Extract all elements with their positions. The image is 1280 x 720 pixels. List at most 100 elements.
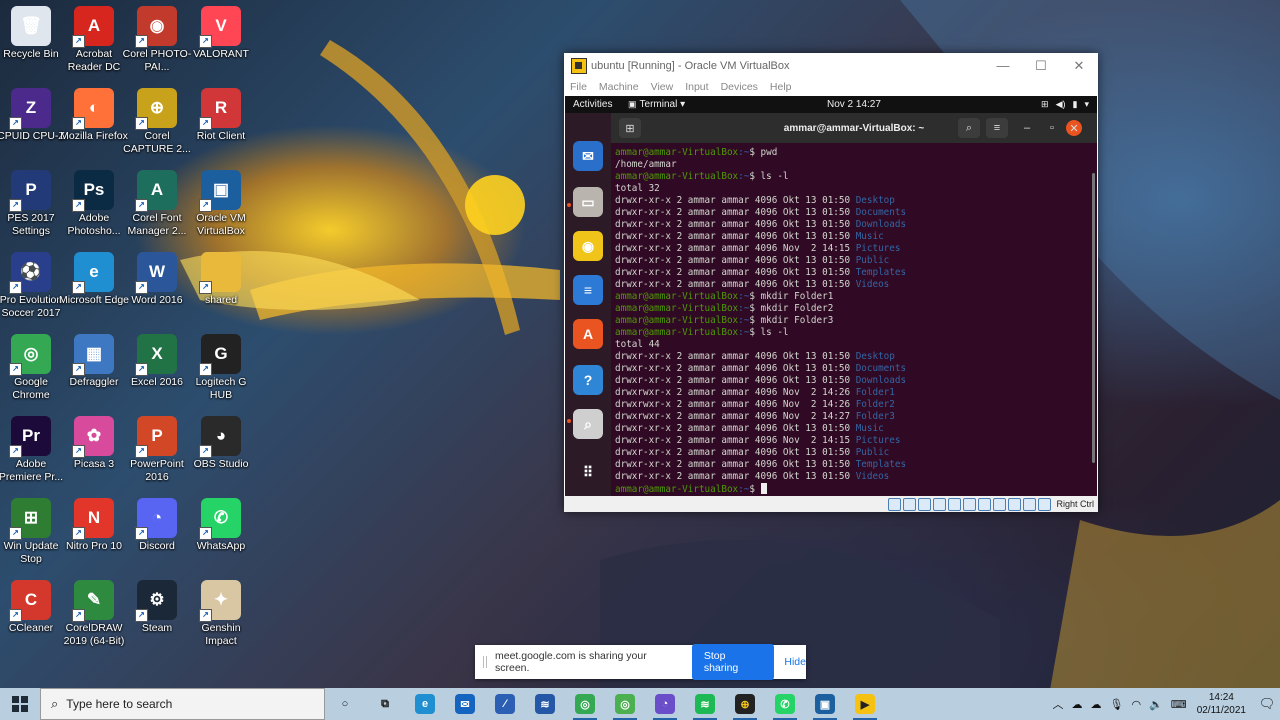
desktop-shortcut[interactable]: A ↗ Corel Font Manager 2... (121, 170, 193, 238)
desktop-shortcut[interactable]: 🗑 Recycle Bin (0, 6, 67, 61)
desktop-shortcut[interactable]: ⊞ ↗ Win Update Stop (0, 498, 67, 566)
audio-icon[interactable] (918, 497, 932, 511)
menu-view[interactable]: View (651, 81, 674, 93)
maximize-button[interactable]: ☐ (1022, 58, 1060, 74)
taskbar-app-button[interactable]: ▣ (805, 688, 845, 720)
guest-screen[interactable]: Activities ▣ Terminal ▾ Nov 2 14:27 ⊞ ◀)… (565, 96, 1097, 496)
activities-button[interactable]: Activities (565, 99, 628, 110)
hamburger-menu-button[interactable]: ≡ (986, 118, 1008, 138)
desktop-shortcut[interactable]: Pr ↗ Adobe Premiere Pr... (0, 416, 67, 484)
menu-file[interactable]: File (570, 81, 587, 93)
stop-sharing-button[interactable]: Stop sharing (691, 644, 775, 680)
start-button[interactable] (0, 688, 40, 720)
taskbar-app-button[interactable]: e (405, 688, 445, 720)
terminal-maximize-button[interactable]: ▫ (1041, 118, 1063, 138)
taskbar-clock[interactable]: 14:24 02/11/2021 (1197, 691, 1246, 717)
taskbar-app-button[interactable]: ✆ (765, 688, 805, 720)
terminal-output[interactable]: ammar@ammar-VirtualBox:~$ pwd/home/ammar… (611, 143, 1097, 496)
desktop-shortcut[interactable]: W ↗ Word 2016 (121, 252, 193, 307)
desktop-shortcut[interactable]: R ↗ Riot Client (185, 88, 257, 143)
microphone-icon[interactable]: 🎙 (1110, 698, 1124, 711)
menu-input[interactable]: Input (685, 81, 708, 93)
thunderbird-icon[interactable]: ✉ (573, 141, 603, 171)
video-capture-icon[interactable] (993, 497, 1007, 511)
taskbar-app-button[interactable]: ⧉ (365, 688, 405, 720)
terminal-close-button[interactable]: ✕ (1066, 120, 1082, 136)
virtualbox-window[interactable]: ubuntu [Running] - Oracle VM VirtualBox … (564, 53, 1098, 512)
desktop-shortcut[interactable]: P ↗ PES 2017 Settings (0, 170, 67, 238)
keyboard-capture-icon[interactable] (1038, 497, 1052, 511)
taskbar-app-button[interactable]: ▶ (845, 688, 885, 720)
terminal-app-menu[interactable]: ▣ Terminal ▾ (628, 99, 685, 110)
minimize-button[interactable]: — (984, 58, 1022, 73)
desktop-shortcut[interactable]: e ↗ Microsoft Edge (58, 252, 130, 307)
language-icon[interactable]: ⌨ (1171, 698, 1187, 711)
hard-disk-icon[interactable] (888, 497, 902, 511)
chevron-up-icon[interactable]: ︿ (1053, 696, 1064, 712)
menu-help[interactable]: Help (770, 81, 792, 93)
desktop-shortcut[interactable]: ◕ ↗ OBS Studio (185, 416, 257, 471)
desktop-shortcut[interactable]: P ↗ PowerPoint 2016 (121, 416, 193, 484)
rhythmbox-icon[interactable]: ◉ (573, 231, 603, 261)
display-icon[interactable] (978, 497, 992, 511)
screenshot-icon[interactable]: ⌕ (573, 409, 603, 439)
desktop-shortcut[interactable]: Ps ↗ Adobe Photosho... (58, 170, 130, 238)
volume-icon[interactable]: 🔈 (1149, 698, 1163, 711)
new-tab-button[interactable]: ⊞ (619, 118, 641, 138)
gnome-system-tray[interactable]: ⊞ ◀) ▮ ▾ (1041, 99, 1089, 110)
writer-icon[interactable]: ≡ (573, 275, 603, 305)
terminal-scrollbar[interactable] (1092, 173, 1095, 463)
taskbar-app-button[interactable]: ◎ (565, 688, 605, 720)
terminal-minimize-button[interactable]: – (1016, 118, 1038, 138)
cloud-icon[interactable]: ☁ (1091, 698, 1102, 711)
close-button[interactable]: ✕ (1060, 58, 1098, 74)
search-button[interactable]: ⌕ (958, 118, 980, 138)
taskbar-app-button[interactable]: ◎ (605, 688, 645, 720)
menu-machine[interactable]: Machine (599, 81, 639, 93)
gnome-clock[interactable]: Nov 2 14:27 (827, 99, 881, 110)
taskbar-search-box[interactable]: ⌕ Type here to search (40, 688, 325, 720)
desktop-shortcut[interactable]: ◉ ↗ Corel PHOTO-PAI... (121, 6, 193, 74)
mouse-integration-icon[interactable] (1023, 497, 1037, 511)
taskbar-app-button[interactable]: ≋ (525, 688, 565, 720)
terminal-headerbar[interactable]: ⊞ ammar@ammar-VirtualBox: ~ ⌕ ≡ – ▫ ✕ (611, 113, 1097, 143)
network-adapter-icon[interactable] (933, 497, 947, 511)
optical-drive-icon[interactable] (903, 497, 917, 511)
desktop-shortcut[interactable]: G ↗ Logitech G HUB (185, 334, 257, 402)
software-icon[interactable]: A (573, 319, 603, 349)
desktop-shortcut[interactable]: ◔ ↗ Discord (121, 498, 193, 553)
desktop-shortcut[interactable]: Z ↗ CPUID CPU-Z (0, 88, 67, 143)
taskbar-app-button[interactable]: ⊕ (725, 688, 765, 720)
help-icon[interactable]: ? (573, 365, 603, 395)
desktop-shortcut[interactable]: A ↗ Acrobat Reader DC (58, 6, 130, 74)
cpu-icon[interactable] (1008, 497, 1022, 511)
show-apps-icon[interactable]: ⠿ (573, 457, 603, 487)
taskbar-app-button[interactable]: ≋ (685, 688, 725, 720)
drag-handle[interactable] (483, 656, 487, 668)
menu-devices[interactable]: Devices (721, 81, 758, 93)
desktop-shortcut[interactable]: ⊕ ↗ Corel CAPTURE 2... (121, 88, 193, 156)
desktop-shortcut[interactable]: ✆ ↗ WhatsApp (185, 498, 257, 553)
usb-icon[interactable] (948, 497, 962, 511)
desktop-shortcut[interactable]: ▦ ↗ Defraggler (58, 334, 130, 389)
desktop-shortcut[interactable]: ✿ ↗ Picasa 3 (58, 416, 130, 471)
desktop-shortcut[interactable]: ✦ ↗ Genshin Impact (185, 580, 257, 648)
shared-folders-icon[interactable] (963, 497, 977, 511)
taskbar-app-button[interactable]: ◔ (645, 688, 685, 720)
files-icon[interactable]: ▭ (573, 187, 603, 217)
taskbar-app-button[interactable]: ○ (325, 688, 365, 720)
taskbar-app-button[interactable]: ✉ (445, 688, 485, 720)
terminal-window[interactable]: ⊞ ammar@ammar-VirtualBox: ~ ⌕ ≡ – ▫ ✕ am… (611, 113, 1097, 496)
notification-center-icon[interactable]: 🗨 (1254, 696, 1280, 712)
desktop-shortcut[interactable]: ▣ ↗ Oracle VM VirtualBox (185, 170, 257, 238)
hide-button[interactable]: Hide (784, 656, 806, 668)
window-titlebar[interactable]: ubuntu [Running] - Oracle VM VirtualBox … (564, 53, 1098, 78)
desktop-shortcut[interactable]: ↗ shared (185, 252, 257, 307)
desktop-shortcut[interactable]: ◎ ↗ Google Chrome (0, 334, 67, 402)
desktop-shortcut[interactable]: ⚽ ↗ Pro Evolution Soccer 2017 (0, 252, 67, 320)
desktop-shortcut[interactable]: C ↗ CCleaner (0, 580, 67, 635)
onedrive-icon[interactable]: ☁ (1072, 698, 1083, 711)
desktop-shortcut[interactable]: X ↗ Excel 2016 (121, 334, 193, 389)
taskbar-app-button[interactable]: ⁄ (485, 688, 525, 720)
desktop-shortcut[interactable]: ⚙ ↗ Steam (121, 580, 193, 635)
